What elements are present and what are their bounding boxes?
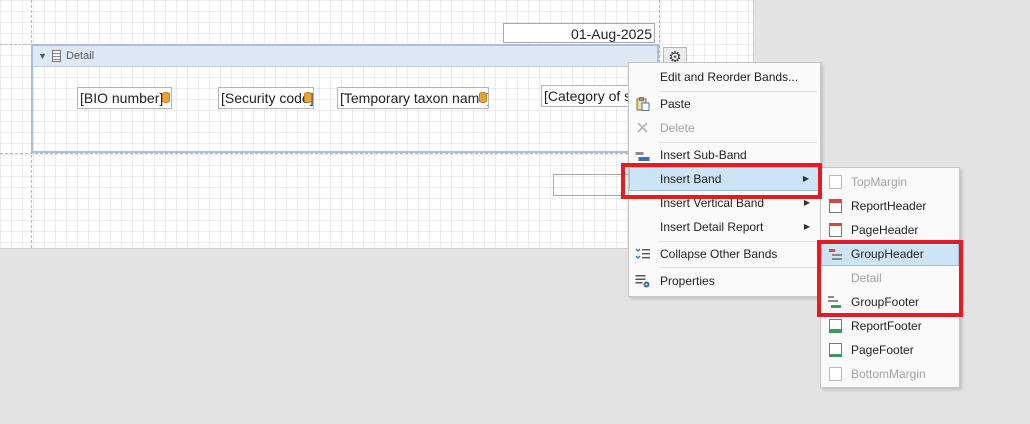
menu-item-label: ReportHeader [851,199,927,213]
submenu-item-report-footer[interactable]: ReportFooter [821,314,959,338]
page-footer-icon [829,343,842,357]
field-label: [Temporary taxon name] [340,90,489,106]
database-field-icon [304,92,312,103]
submenu-item-report-header[interactable]: ReportHeader [821,194,959,218]
menu-item-label: Paste [660,97,691,111]
field-label: [Security code] [221,90,314,106]
menu-item-label: Properties [660,274,715,288]
menu-item-properties[interactable]: Properties [629,269,820,293]
menu-item-label: PageFooter [851,343,914,357]
page-header-icon [829,223,842,237]
date-label[interactable]: 01-Aug-2025 [503,23,655,43]
submenu-item-page-footer[interactable]: PageFooter [821,338,959,362]
properties-icon [635,275,650,288]
menu-item-label: Collapse Other Bands [660,247,778,261]
report-header-icon [829,199,842,213]
band-top-guide [0,44,31,45]
menu-item-label: ReportFooter [851,319,922,333]
menu-item-delete[interactable]: Delete [629,116,820,140]
menu-item-paste[interactable]: Paste [629,92,820,116]
database-field-icon [162,92,170,103]
field-bio-number[interactable]: [BIO number] [77,87,172,109]
menu-item-label: TopMargin [851,175,908,189]
menu-item-label: BottomMargin [851,367,926,381]
field-temporary-taxon-name[interactable]: [Temporary taxon name] [337,87,489,109]
bottom-margin-icon [829,367,842,381]
report-footer-icon [829,319,842,333]
submenu-item-bottom-margin[interactable]: BottomMargin [821,362,959,386]
collapse-bands-icon [635,248,650,259]
insert-subband-icon [635,152,650,161]
menu-item-collapse-other-bands[interactable]: Collapse Other Bands [629,242,820,266]
insert-band-highlight-box [621,163,822,199]
field-label: [BIO number] [80,90,164,106]
delete-icon [637,122,648,133]
paste-icon [636,97,650,111]
menu-item-label: Insert Detail Report [660,220,764,234]
submenu-item-top-margin[interactable]: TopMargin [821,170,959,194]
submenu-arrow-icon: ▶ [803,222,810,231]
database-field-icon [479,92,487,103]
detail-band-icon [52,50,61,62]
menu-separator [659,267,817,268]
field-security-code[interactable]: [Security code] [218,87,314,109]
top-margin-icon [829,175,842,189]
field-label: [Category of s [544,88,632,104]
menu-item-label: Edit and Reorder Bands... [660,70,799,84]
field-category[interactable]: [Category of s [541,85,633,107]
detail-band-header[interactable]: ▼ Detail [33,46,657,67]
detail-band-label: Detail [66,50,95,62]
group-bands-highlight-box [817,240,963,317]
submenu-item-page-header[interactable]: PageHeader [821,218,959,242]
menu-item-insert-detail-report[interactable]: Insert Detail Report ▶ [629,215,820,239]
menu-item-label: PageHeader [851,223,919,237]
menu-item-label: Delete [660,121,695,135]
menu-item-edit-reorder-bands[interactable]: Edit and Reorder Bands... [629,65,820,89]
collapse-triangle-icon[interactable]: ▼ [38,51,47,61]
menu-item-label: Insert Sub-Band [660,148,747,162]
